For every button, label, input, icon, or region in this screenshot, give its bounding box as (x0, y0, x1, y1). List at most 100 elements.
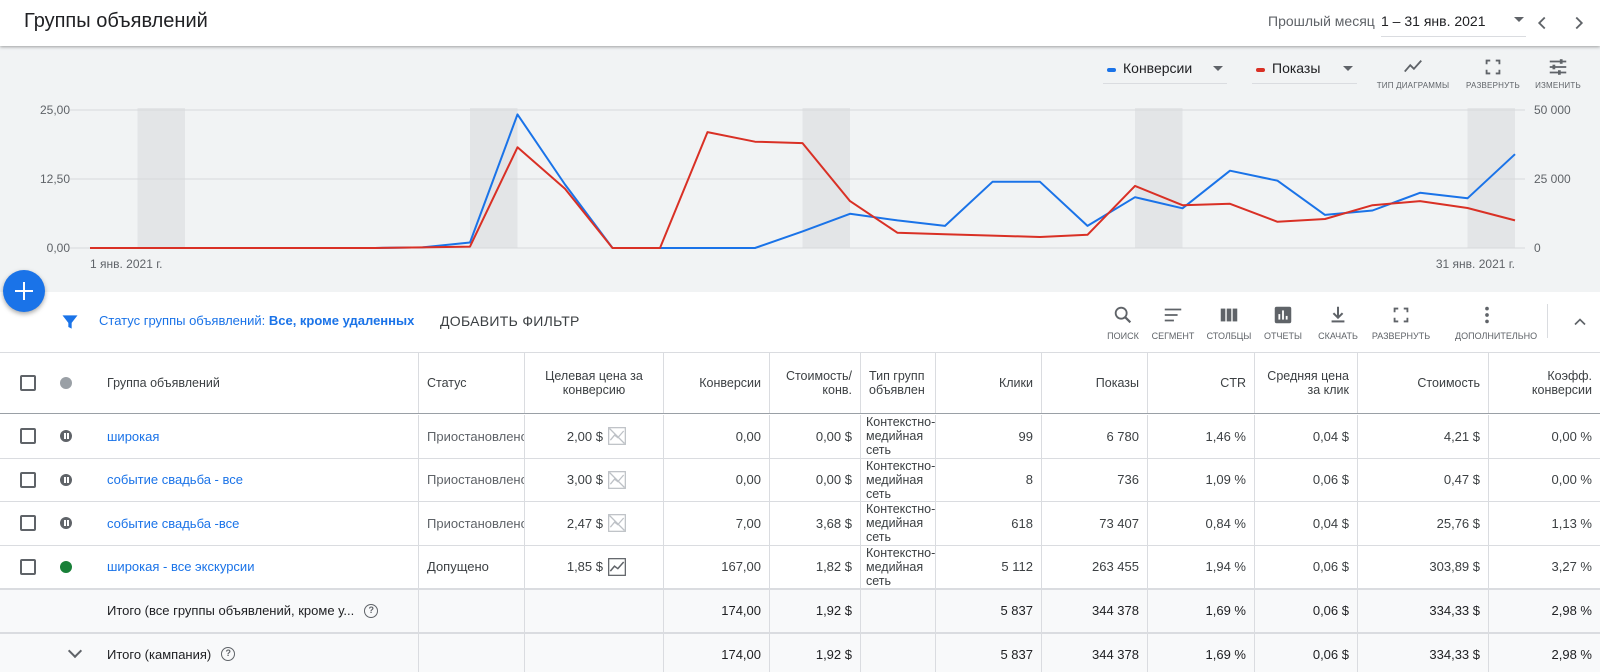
totals-label: Итого (все группы объявлений, кроме у... (107, 603, 355, 619)
status-filter-dot[interactable] (60, 377, 72, 389)
status-filter-chip[interactable]: Статус группы объявлений: Все, кроме уда… (99, 313, 414, 328)
col-impressions[interactable]: Показы (1041, 353, 1147, 413)
table-row[interactable]: широкая Приостановлено 2,00 $ 0,00 0,00 $ Кон… (0, 415, 1600, 459)
reports-icon (1274, 306, 1292, 324)
row-select-cell (12, 502, 44, 545)
cell-type: Контекстно-медийная сеть (860, 415, 935, 458)
next-period-icon[interactable] (1568, 12, 1590, 34)
status-paused-icon[interactable] (60, 517, 72, 530)
col-cost-per-conv[interactable]: Стоимость/ конв. (769, 353, 860, 413)
dropdown-arrow-icon (1514, 17, 1524, 22)
columns-icon (1220, 308, 1238, 322)
totals-cost: 334,33 $ (1357, 590, 1488, 632)
filter-icon[interactable] (60, 312, 80, 332)
cell-cost: 303,89 $ (1357, 545, 1488, 588)
totals-empty-cell (524, 590, 663, 632)
totals-empty-cell (524, 633, 663, 672)
add-filter-button[interactable]: ДОБАВИТЬ ФИЛЬТР (440, 313, 580, 329)
metric-selector-conversions[interactable]: Конверсии (1103, 58, 1227, 84)
cell-cost-conv: 3,68 $ (769, 502, 860, 545)
target-cpa-cell[interactable]: 2,00 $ (524, 415, 663, 458)
target-cpa-cell[interactable]: 3,00 $ (524, 458, 663, 501)
row-checkbox[interactable] (20, 428, 36, 445)
filter-value: Все, кроме удаленных (268, 313, 415, 328)
row-select-cell (12, 415, 44, 458)
cell-ctr: 0,84 % (1147, 502, 1254, 545)
target-cpa-cell[interactable]: 2,47 $ (524, 502, 663, 545)
col-ad-group-type[interactable]: Тип групп объявлен (860, 353, 935, 413)
col-ad-group[interactable]: Группа объявлений (99, 353, 419, 413)
status-paused-icon[interactable] (60, 473, 72, 486)
col-status[interactable]: Статус (418, 353, 524, 413)
status-eligible-icon[interactable] (60, 560, 72, 573)
table-row[interactable]: событие свадьба -все Приостановлено 2,47 $… (0, 502, 1600, 546)
totals-cost-conv: 1,92 $ (769, 633, 860, 672)
totals-conv: 174,00 (663, 633, 769, 672)
row-checkbox[interactable] (20, 515, 36, 532)
totals-empty-cell (418, 633, 524, 672)
edit-chart-button[interactable]: ИЗМЕНИТЬ (1513, 56, 1600, 90)
row-checkbox[interactable] (20, 471, 36, 488)
metric-selector-impressions[interactable]: Показы (1252, 58, 1357, 84)
target-cpa-cell[interactable]: 1,85 $ (524, 545, 663, 588)
target-cpa-value: 2,00 $ (566, 428, 603, 444)
row-checkbox[interactable] (20, 558, 36, 575)
ad-group-name-link[interactable]: широкая (99, 415, 419, 458)
chart-type-icon (1404, 59, 1422, 73)
cell-conv: 0,00 (663, 415, 769, 458)
totals-cpc: 0,06 $ (1254, 590, 1357, 632)
select-all-checkbox[interactable] (20, 375, 36, 391)
add-button[interactable] (3, 270, 45, 312)
col-avg-cpc[interactable]: Средняя цена за клик (1254, 353, 1357, 413)
more-tool-button[interactable]: ДОПОЛНИТЕЛЬНО (1455, 304, 1537, 341)
edit-chart-label: ИЗМЕНИТЬ (1535, 81, 1581, 90)
chart-disabled-icon[interactable] (607, 513, 627, 533)
expand-table-label: РАЗВЕРНУТЬ (1371, 331, 1431, 341)
col-ctr[interactable]: CTR (1147, 353, 1254, 413)
ad-group-name-link[interactable]: событие свадьба - все (99, 459, 419, 502)
help-icon[interactable]: ? (221, 647, 236, 662)
ad-group-name-link[interactable]: событие свадьба -все (99, 502, 419, 545)
segment-icon (1164, 308, 1182, 322)
cell-conv-rate: 3,27 % (1488, 545, 1600, 588)
cell-impr: 6 780 (1041, 415, 1147, 458)
ad-group-name-link[interactable]: широкая - все экскурсии (99, 546, 419, 589)
chart-icon[interactable] (607, 557, 627, 577)
target-cpa-value: 1,85 $ (566, 559, 603, 575)
chart-type-button[interactable]: ТИП ДИАГРАММЫ (1368, 56, 1458, 90)
collapse-icon[interactable] (1570, 312, 1590, 332)
series-color-marker (1107, 68, 1116, 72)
chevron-down-icon[interactable] (67, 644, 83, 659)
expand-table-button[interactable]: РАЗВЕРНУТЬ (1369, 304, 1433, 341)
y-left-tick-label: 12,50 (40, 172, 70, 186)
cell-cost-conv: 0,00 $ (769, 458, 860, 501)
prev-period-icon[interactable] (1531, 12, 1553, 34)
segment-tool-button[interactable]: СЕГМЕНТ (1141, 304, 1205, 341)
cell-clicks: 618 (935, 502, 1041, 545)
help-icon[interactable]: ? (364, 603, 379, 618)
fullscreen-icon (1393, 307, 1409, 323)
performance-chart-panel: 0,00 12,50 25,00 0 25 000 50 000 1 янв. 2021 г… (0, 46, 1600, 292)
totals-impr: 344 378 (1041, 590, 1147, 632)
col-clicks[interactable]: Клики (935, 353, 1041, 413)
totals-label-cell: Итого (кампания)? (99, 634, 419, 672)
col-conv-rate[interactable]: Коэфф. конверсии (1488, 353, 1600, 413)
table-row[interactable]: событие свадьба - все Приостановлено 3,00 … (0, 458, 1600, 502)
download-icon (1331, 306, 1345, 323)
download-tool-label: СКАЧАТЬ (1318, 331, 1358, 341)
cell-conv: 7,00 (663, 502, 769, 545)
cell-conv: 0,00 (663, 458, 769, 501)
col-target-cpa[interactable]: Целевая цена за конверсию (524, 353, 663, 413)
table-row[interactable]: широкая - все экскурсии Допущено 1,85 $ 167… (0, 545, 1600, 589)
col-cost[interactable]: Стоимость (1357, 353, 1488, 413)
chart-disabled-icon[interactable] (607, 470, 627, 490)
download-tool-button[interactable]: СКАЧАТЬ (1306, 304, 1370, 341)
row-status-cell (52, 546, 82, 589)
cell-cost-conv: 0,00 $ (769, 415, 860, 458)
date-range-picker[interactable]: 1 – 31 янв. 2021 (1381, 8, 1526, 37)
col-conversions[interactable]: Конверсии (663, 353, 769, 413)
cell-ctr: 1,09 % (1147, 458, 1254, 501)
totals-conv-rate: 2,98 % (1488, 590, 1600, 632)
chart-disabled-icon[interactable] (607, 426, 627, 446)
status-paused-icon[interactable] (60, 430, 72, 443)
